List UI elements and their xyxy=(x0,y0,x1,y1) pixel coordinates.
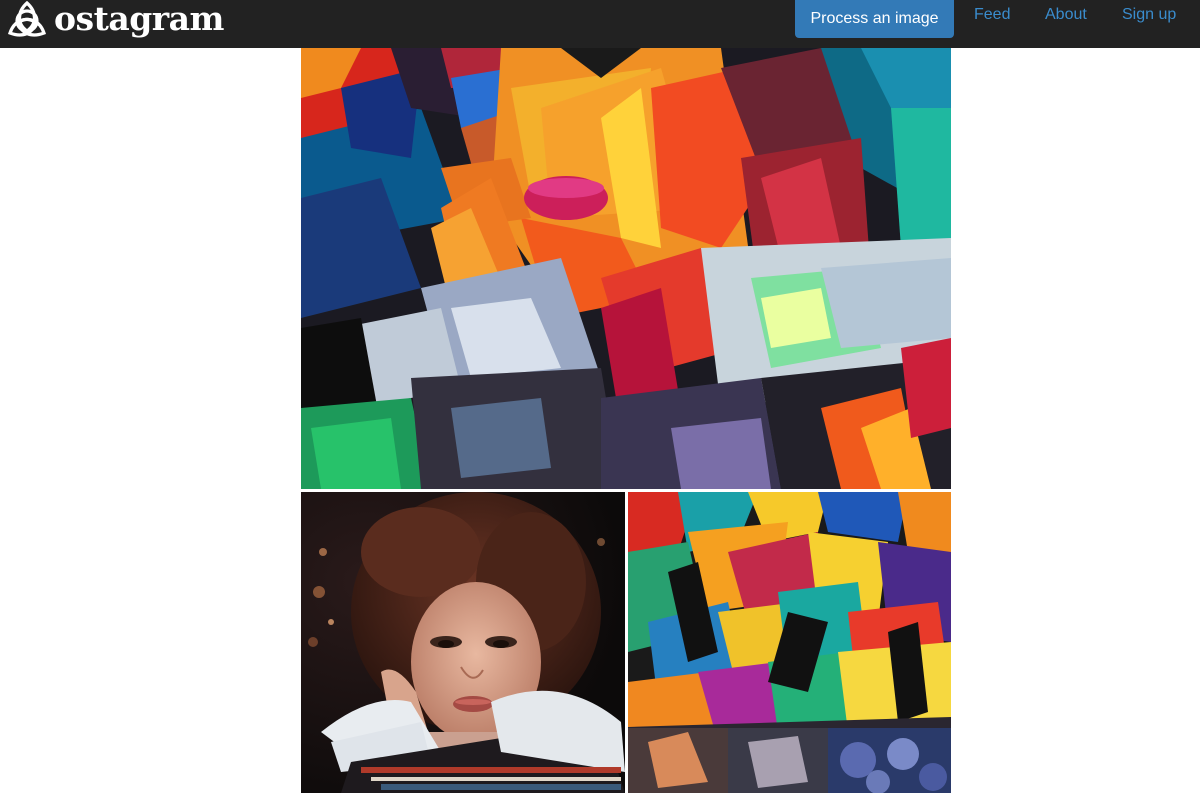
nav-feed-link[interactable]: Feed xyxy=(974,0,1010,30)
nav-about-link[interactable]: About xyxy=(1045,0,1087,30)
style-image[interactable] xyxy=(628,492,951,793)
triquetra-logo-icon xyxy=(7,0,47,37)
brand-home-link[interactable]: ostagram xyxy=(4,0,224,40)
top-navbar: ostagram Process an image Feed About Sig… xyxy=(0,0,1200,48)
nav-signup-link[interactable]: Sign up xyxy=(1122,0,1176,30)
brand-name: ostagram xyxy=(54,0,224,38)
process-image-button[interactable]: Process an image xyxy=(795,0,954,38)
content-image[interactable] xyxy=(301,492,625,793)
result-image[interactable] xyxy=(301,48,951,489)
